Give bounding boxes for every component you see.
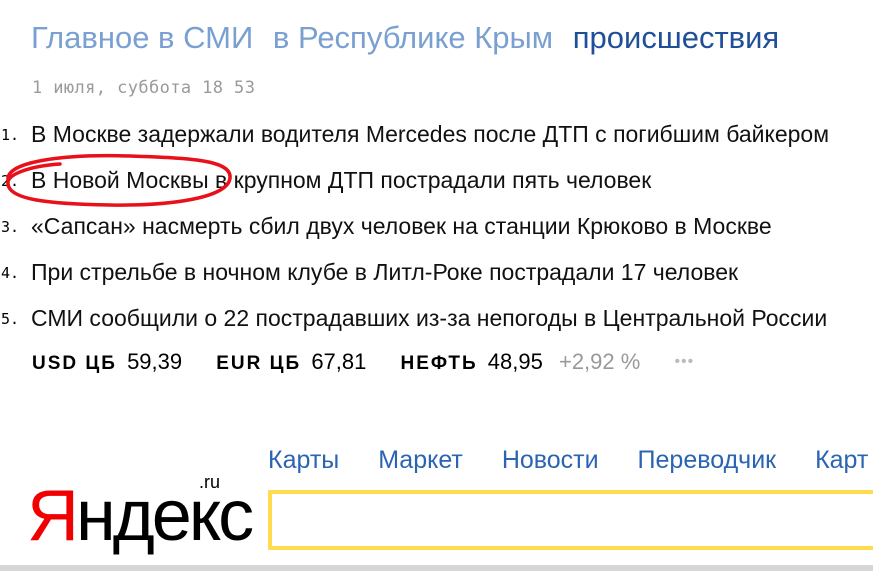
- stock-usd[interactable]: USD ЦБ 59,39: [32, 348, 182, 378]
- news-link[interactable]: В Москве задержали водителя Mercedes пос…: [31, 118, 829, 150]
- service-link-translator[interactable]: Переводчик: [638, 444, 777, 476]
- news-number: 4.: [1, 264, 20, 282]
- service-link-maps[interactable]: Карты: [268, 444, 339, 476]
- stock-ticker: USD ЦБ 59,39 EUR ЦБ 67,81 НЕФТЬ 48,95 +2…: [32, 348, 694, 378]
- search-input[interactable]: [268, 490, 873, 550]
- tab-incidents[interactable]: происшествия: [573, 18, 779, 58]
- service-link-maps-cut[interactable]: Карт: [815, 444, 868, 476]
- yandex-logo[interactable]: Яндекс .ru: [27, 472, 254, 562]
- bottom-divider: [0, 565, 873, 571]
- more-dots-icon[interactable]: •••: [674, 348, 694, 376]
- news-number: 1.: [1, 126, 20, 144]
- news-number: 3.: [1, 218, 20, 236]
- stock-eur[interactable]: EUR ЦБ 67,81: [216, 348, 366, 378]
- logo-ru-suffix: .ru: [199, 472, 221, 492]
- region-tabs: Главное в СМИ в Республике Крым происшес…: [31, 18, 790, 58]
- tab-crimea[interactable]: в Республике Крым: [273, 18, 553, 58]
- news-link[interactable]: При стрельбе в ночном клубе в Литл-Роке …: [31, 256, 738, 288]
- service-link-news[interactable]: Новости: [502, 444, 599, 476]
- services-nav: Карты Маркет Новости Переводчик Карт: [268, 444, 873, 476]
- service-link-market[interactable]: Маркет: [378, 444, 463, 476]
- stock-value: 48,95: [487, 349, 543, 374]
- stock-label: USD ЦБ: [32, 353, 117, 374]
- stock-change: +2,92 %: [558, 349, 641, 374]
- stock-oil[interactable]: НЕФТЬ 48,95 +2,92 %: [401, 348, 641, 378]
- news-link[interactable]: «Сапсан» насмерть сбил двух человек на с…: [31, 210, 772, 242]
- news-link[interactable]: СМИ сообщили о 22 пострадавших из-за неп…: [31, 302, 827, 334]
- stock-value: 67,81: [311, 349, 367, 374]
- stock-value: 59,39: [127, 349, 183, 374]
- red-circle-annotation: [6, 153, 232, 207]
- tab-main-in-media[interactable]: Главное в СМИ: [31, 18, 253, 58]
- stock-label: EUR ЦБ: [216, 353, 302, 374]
- stock-label: НЕФТЬ: [400, 353, 478, 374]
- news-number: 5.: [1, 310, 20, 328]
- date-time: 1 июля, суббота 18 53: [32, 78, 256, 98]
